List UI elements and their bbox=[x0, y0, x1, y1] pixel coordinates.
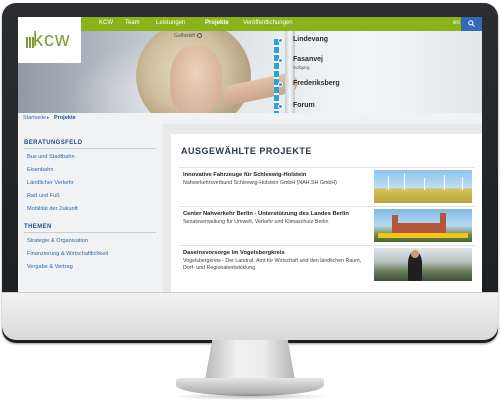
sidebar-divider bbox=[24, 232, 156, 233]
sidebar-item[interactable]: Eisenbahn bbox=[27, 167, 53, 173]
search-button[interactable] bbox=[461, 17, 482, 31]
project-image-wind-turbines[interactable] bbox=[374, 170, 472, 203]
main-content: AUSGEWÄHLTE PROJEKTE Innovative Fahrzeug… bbox=[171, 134, 482, 292]
search-icon bbox=[468, 20, 475, 27]
breadcrumb-current: Projekte bbox=[54, 115, 76, 121]
info-icon bbox=[196, 33, 202, 39]
project-card[interactable]: Innovative Fahrzeuge für Schleswig-Holst… bbox=[179, 167, 475, 203]
breadcrumb-home[interactable]: Startseite bbox=[23, 115, 46, 121]
monitor-stand-shadow bbox=[168, 393, 332, 400]
stop-dot bbox=[278, 38, 283, 43]
project-image-berlin-train[interactable] bbox=[374, 209, 472, 242]
breadcrumb: Startseite ▸ Projekte bbox=[18, 113, 482, 124]
website-screen: Gaffaskiff Lindevang Fasanvej Solbjerg F… bbox=[18, 17, 482, 292]
metro-line-graphic bbox=[274, 39, 279, 113]
sidebar-item[interactable]: Finanzierung & Wirtschaftlichkeit bbox=[27, 251, 108, 257]
sidebar-heading-themen: THEMEN bbox=[24, 224, 52, 230]
sidebar: BERATUNGSFELD Bus und Stadtbahn Eisenbah… bbox=[18, 124, 163, 292]
project-card[interactable]: Center Nahverkehr Berlin - Unterstützung… bbox=[179, 206, 475, 242]
stop-dot bbox=[278, 104, 283, 109]
sidebar-item[interactable]: Vergabe & Vertrag bbox=[27, 264, 73, 270]
sidebar-heading-beratungsfeld: BERATUNGSFELD bbox=[24, 140, 83, 146]
project-description: Senatsverwaltung für Umwelt, Verkehr und… bbox=[183, 219, 329, 225]
top-navigation: KCW Team Leistungen Projekte Veröffentli… bbox=[81, 17, 482, 31]
logo-text: kcw bbox=[33, 29, 71, 51]
monitor-chin bbox=[2, 292, 498, 340]
sidebar-item[interactable]: Ländlicher Verkehr bbox=[27, 180, 74, 186]
project-card[interactable]: Daseinsvorsorge im Vogelsbergkreis Vogel… bbox=[179, 245, 475, 290]
stop-dot bbox=[278, 58, 283, 63]
project-image-rural-road[interactable] bbox=[374, 248, 472, 281]
sidebar-item[interactable]: Rad und Fuß bbox=[27, 193, 60, 199]
nav-item-kcw[interactable]: KCW bbox=[99, 20, 113, 26]
project-description: Nahverkehrsverbund Schleswig-Holstein Gm… bbox=[183, 180, 337, 186]
stop-label: Frederiksberg bbox=[293, 80, 340, 87]
stop-sublabel: Solbjerg bbox=[293, 65, 310, 70]
hero-image: Gaffaskiff Lindevang Fasanvej Solbjerg F… bbox=[18, 17, 482, 113]
project-description: Vogelsbergkreis - Der Landrat, Amt für W… bbox=[183, 258, 362, 271]
page-title: AUSGEWÄHLTE PROJEKTE bbox=[181, 146, 312, 156]
sidebar-item[interactable]: Bus und Stadtbahn bbox=[27, 154, 75, 160]
nav-item-veroeffentlichungen[interactable]: Veröffentlichungen bbox=[243, 20, 293, 26]
nav-item-team[interactable]: Team bbox=[125, 20, 140, 26]
nav-item-leistungen[interactable]: Leistungen bbox=[156, 20, 185, 26]
hero-person-face bbox=[170, 45, 222, 113]
kcw-logo[interactable]: kcw bbox=[18, 17, 81, 63]
stop-label: Forum bbox=[293, 102, 315, 109]
sidebar-item[interactable]: Mobilität der Zukunft bbox=[27, 206, 78, 212]
breadcrumb-separator-icon: ▸ bbox=[47, 115, 50, 121]
stop-label: Lindevang bbox=[293, 36, 329, 43]
sidebar-divider bbox=[24, 148, 156, 149]
sidebar-item[interactable]: Strategie & Organisation bbox=[27, 238, 88, 244]
project-title[interactable]: Center Nahverkehr Berlin - Unterstützung… bbox=[183, 211, 349, 217]
nav-item-projekte[interactable]: Projekte bbox=[205, 20, 229, 26]
language-en[interactable]: en bbox=[453, 20, 460, 26]
project-title[interactable]: Innovative Fahrzeuge für Schleswig-Holst… bbox=[183, 172, 306, 178]
hero-sign-caption: Gaffaskiff bbox=[174, 33, 202, 39]
stop-dot bbox=[278, 82, 283, 87]
monitor-stand-neck bbox=[205, 340, 295, 380]
project-title[interactable]: Daseinsvorsorge im Vogelsbergkreis bbox=[183, 250, 285, 256]
stop-label: Fasanvej bbox=[293, 56, 323, 63]
